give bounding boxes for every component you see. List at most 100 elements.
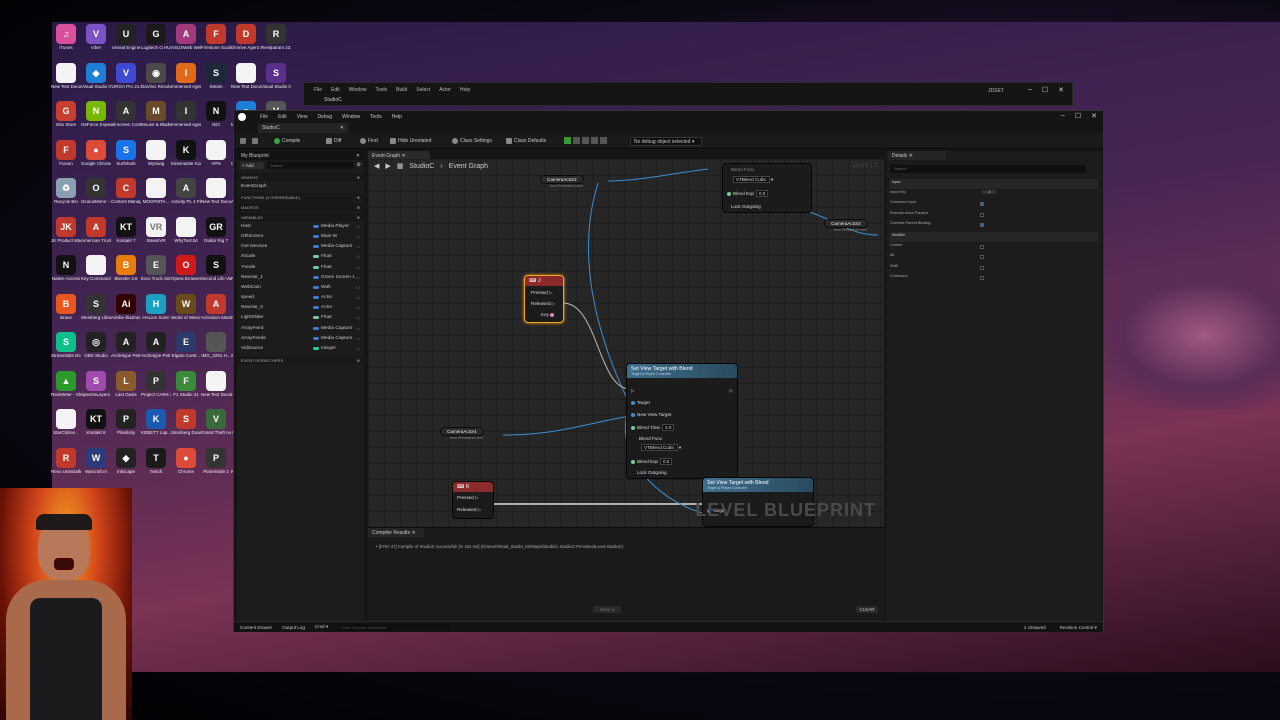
desktop-icon[interactable]: ◆Visual Studio Code <box>81 62 111 89</box>
close-tab-icon[interactable]: ✕ <box>340 125 344 131</box>
property-checkbox[interactable] <box>980 212 984 217</box>
desktop-icon[interactable]: H HALion Sonic <box>141 293 171 320</box>
desktop-icon[interactable]: V VIRGA Pro 21.0 <box>111 62 141 89</box>
node-camera-actor-4[interactable]: CameraActor4 <box>440 427 484 436</box>
desktop-icon[interactable]: ▲RainMeter - Shortcut <box>51 370 81 397</box>
desktop-icon[interactable]: StarCitizen... <box>51 409 81 435</box>
variable-row[interactable]: NewVar_0 Actor ◡ <box>237 303 364 313</box>
menu-tools[interactable]: Tools <box>375 87 387 93</box>
top-blend-exp-value[interactable]: 0.0 <box>755 190 769 197</box>
desktop-icon[interactable]: WhyText.txt <box>171 216 201 243</box>
desktop-icon[interactable]: Ai Adobe Illustrat... <box>111 293 141 320</box>
class-defaults-button[interactable]: Class Defaults <box>506 138 546 144</box>
desktop-icon[interactable]: S Surfshark <box>111 139 141 166</box>
variable-row[interactable]: Xscale Float ◡ <box>237 252 364 262</box>
desktop-icon[interactable]: Aall-screen Control... <box>111 101 141 127</box>
desktop-icon[interactable]: B Blender 3.6 <box>111 255 141 281</box>
desktop-icon[interactable]: P Plasticity <box>111 409 141 435</box>
set-view-blend-time-value[interactable]: 3.0 <box>661 424 675 431</box>
variable-type[interactable]: Green Screen 1 <box>313 275 355 280</box>
set-view-blend-func-dropdown[interactable]: VTBlend Cubic ▾ <box>639 444 681 451</box>
set-view-new-view-target-pin[interactable]: New View Target <box>631 412 671 417</box>
desktop-icon[interactable]: EEuro Truck Simulator 2 <box>141 255 171 281</box>
stop-button[interactable] <box>591 137 598 144</box>
desktop-icon[interactable]: New Text Docume... <box>51 62 81 89</box>
section-functions[interactable]: FUNCTIONS (3 OVERRIDABLE) ⊕ <box>237 193 364 202</box>
desktop-icon[interactable]: SSpectraLayers 11 <box>81 370 111 397</box>
more-options-button[interactable] <box>600 137 607 144</box>
content-drawer-button[interactable]: Content Drawer <box>240 625 272 630</box>
menu-help[interactable]: Help <box>460 87 470 93</box>
graph-canvas[interactable]: ◀ ▶ ▦ StudioC › Event Graph Zoom 1:1 Cam… <box>368 159 884 527</box>
desktop-icon[interactable]: SStreamlabs Desktop <box>51 332 81 358</box>
desktop-icon[interactable]: Key Commands.txt <box>81 255 111 281</box>
desktop-icon[interactable]: I Immersed Agent <box>171 62 201 89</box>
close-panel-icon[interactable]: ✕ <box>356 153 360 159</box>
background-editor-window[interactable]: File Edit Window Tools Build Select Acto… <box>303 82 1073 106</box>
menu-file[interactable]: File <box>314 87 322 93</box>
key-k-released[interactable]: Released ▷ <box>457 507 481 513</box>
visibility-eye-icon[interactable]: ◡ <box>356 234 360 239</box>
graph-item-eventgraph[interactable]: EventGraph <box>237 181 364 191</box>
desktop-icon[interactable]: MOOFMTA... <box>141 178 171 204</box>
set-view-blend-exp-pin[interactable]: Blend Exp 0.0 <box>631 458 673 465</box>
variable-row[interactable]: WebCam Wah ◡ <box>237 282 364 292</box>
desktop-icon[interactable]: U Unreal Engine <box>111 24 141 50</box>
tab-event-graph[interactable]: Event Graph ✕ <box>368 151 430 159</box>
node-key-k[interactable]: ⌨ K Pressed ▷ Released ▷ <box>452 481 494 519</box>
desktop-icon[interactable]: KT Kontakt 7 <box>111 216 141 243</box>
desktop-icon[interactable]: S Steam <box>201 62 231 89</box>
desktop-icon[interactable]: RRevitparam 2314 Editio... <box>261 24 291 50</box>
variable-type[interactable]: Media Capture <box>313 326 352 331</box>
desktop-icon[interactable]: AAmerican Truck S... <box>81 216 111 243</box>
section-event-dispatchers[interactable]: EVENT DISPATCHERS ⊕ <box>237 355 364 364</box>
tab-details[interactable]: Details ✕ <box>888 151 946 160</box>
desktop-icon[interactable]: SSecond Life Viewer <box>201 255 231 281</box>
desktop-icon[interactable]: E Elgato Contr... <box>171 332 201 358</box>
desktop-icon[interactable]: SSteinberg Downloa... <box>171 409 201 435</box>
top-blend-exp-pin[interactable]: Blend Exp 0.0 <box>727 190 769 197</box>
revision-control-button[interactable]: Revision Control ▾ <box>1060 625 1097 631</box>
property-checkbox[interactable] <box>980 244 984 249</box>
desktop-icon[interactable]: VR SteamVR <box>141 216 171 243</box>
variable-type[interactable]: Media Capture <box>313 244 352 249</box>
maximize-button[interactable]: ☐ <box>1075 112 1081 120</box>
desktop-icon[interactable]: ◉ DaVinci Resolve <box>141 62 171 89</box>
menu-build[interactable]: Build <box>396 87 407 93</box>
property-checkbox[interactable] <box>980 276 984 281</box>
property-checkbox[interactable] <box>980 223 984 228</box>
variable-row[interactable]: Yscale Float ◡ <box>237 262 364 272</box>
add-macro-icon[interactable]: ⊕ <box>357 205 360 210</box>
desktop-icon[interactable]: T Twitch <box>141 447 171 474</box>
desktop-icon[interactable]: New Text Document.txt <box>201 370 231 397</box>
minimize-button[interactable]: – <box>1028 86 1032 94</box>
menu-edit[interactable]: Edit <box>278 114 287 120</box>
compile-button[interactable]: Compile <box>274 138 300 144</box>
pause-button[interactable] <box>582 137 589 144</box>
desktop-icon[interactable]: N Native Access <box>51 255 81 281</box>
desktop-icon[interactable]: KKDBETT Lap... - Shortcut <box>141 409 171 435</box>
menu-window[interactable]: Window <box>342 114 360 120</box>
node-camera-actor-2[interactable]: CameraActor2 <box>540 175 584 184</box>
section-macros[interactable]: MACROS ⊕ <box>237 203 364 212</box>
clear-button[interactable]: CLEAR <box>856 606 878 613</box>
key-k-pressed[interactable]: Pressed ▷ <box>457 495 479 501</box>
output-log-button[interactable]: Output Log <box>282 625 305 630</box>
console-command-input[interactable]: Enter Console Command <box>338 623 451 631</box>
menu-tools[interactable]: Tools <box>370 114 382 120</box>
menu-select[interactable]: Select <box>416 87 430 93</box>
visibility-eye-icon[interactable]: ◡ <box>356 254 360 259</box>
find-button[interactable]: Find <box>360 138 378 144</box>
desktop-icon[interactable]: SSteinberg Library... <box>81 293 111 320</box>
variable-type[interactable]: Actor <box>313 295 332 300</box>
variable-type[interactable]: Float <box>313 254 332 259</box>
menu-edit[interactable]: Edit <box>331 87 340 93</box>
variable-type[interactable]: Main M <box>313 234 337 239</box>
minimize-button[interactable]: – <box>1061 112 1065 120</box>
desktop-icon[interactable]: I Immersed Agent <box>171 101 201 127</box>
variable-type[interactable]: Integer <box>313 346 336 351</box>
variable-row[interactable]: LightSlider Float ◡ <box>237 313 364 323</box>
variable-type[interactable]: Float <box>313 315 332 320</box>
menu-file[interactable]: File <box>260 114 268 120</box>
desktop-icon[interactable]: N NDI <box>201 101 231 127</box>
